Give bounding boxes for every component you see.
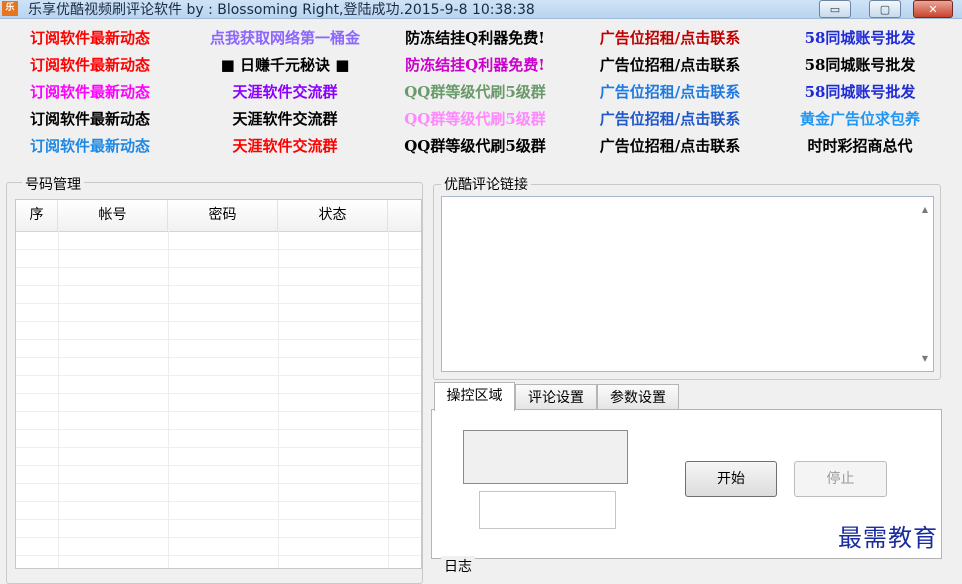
- table-row[interactable]: [16, 249, 421, 268]
- ad-link[interactable]: 广告位招租/点击联系: [575, 55, 765, 75]
- start-button[interactable]: 开始: [685, 461, 777, 497]
- column-divider: [168, 231, 169, 568]
- stop-button[interactable]: 停止: [794, 461, 887, 497]
- ad-link[interactable]: 订阅软件最新动态: [0, 109, 185, 129]
- scroll-down-icon[interactable]: ▼: [922, 354, 928, 363]
- table-row[interactable]: [16, 357, 421, 376]
- column-header-password[interactable]: 密码: [168, 200, 278, 231]
- column-divider: [58, 231, 59, 568]
- ad-link[interactable]: QQ群等级代刷5级群: [380, 136, 570, 156]
- table-row[interactable]: [16, 429, 421, 448]
- column-header-account[interactable]: 帐号: [58, 200, 168, 231]
- table-row[interactable]: [16, 519, 421, 538]
- table-row[interactable]: [16, 447, 421, 466]
- table-row[interactable]: [16, 321, 421, 340]
- minimize-button[interactable]: ▭: [819, 0, 851, 18]
- tab-comment-settings[interactable]: 评论设置: [515, 384, 597, 411]
- ad-link[interactable]: 防冻结挂Q利器免费!: [380, 28, 570, 48]
- column-header-status[interactable]: 状态: [278, 200, 388, 231]
- ad-link[interactable]: 广告位招租/点击联系: [575, 109, 765, 129]
- ad-link[interactable]: 订阅软件最新动态: [0, 136, 185, 156]
- ad-link[interactable]: QQ群等级代刷5级群: [380, 82, 570, 102]
- close-button[interactable]: ✕: [913, 0, 953, 18]
- scroll-up-icon[interactable]: ▲: [922, 205, 928, 214]
- ad-link[interactable]: 天涯软件交流群: [190, 136, 380, 156]
- comment-links-textarea[interactable]: ▲ ▼: [441, 196, 934, 372]
- maximize-icon: ▢: [879, 2, 891, 16]
- minimize-icon: ▭: [829, 2, 841, 16]
- tab-control-area[interactable]: 操控区域: [434, 382, 515, 411]
- table-row[interactable]: [16, 339, 421, 358]
- ad-link[interactable]: QQ群等级代刷5级群: [380, 109, 570, 129]
- ad-link[interactable]: ■ 日赚千元秘诀 ■: [190, 55, 380, 75]
- ad-link[interactable]: 订阅软件最新动态: [0, 28, 185, 48]
- ad-link[interactable]: 广告位招租/点击联系: [575, 82, 765, 102]
- ad-link[interactable]: 58同城账号批发: [765, 55, 955, 75]
- table-row[interactable]: [16, 393, 421, 412]
- ad-links-panel: 订阅软件最新动态 点我获取网络第一桶金 防冻结挂Q利器免费! 广告位招租/点击联系 58…: [0, 24, 962, 164]
- column-divider: [278, 231, 279, 568]
- watermark: 最需教育: [838, 524, 938, 552]
- account-group-label: 号码管理: [22, 174, 84, 194]
- ad-link[interactable]: 订阅软件最新动态: [0, 55, 185, 75]
- column-divider: [388, 231, 389, 568]
- title-bar: 乐 乐享优酷视频刷评论软件 by : Blossoming Right,登陆成功…: [0, 0, 962, 19]
- ad-link[interactable]: 天涯软件交流群: [190, 109, 380, 129]
- ad-link[interactable]: 点我获取网络第一桶金: [190, 28, 380, 48]
- column-header-index[interactable]: 序: [16, 200, 58, 231]
- table-row[interactable]: [16, 465, 421, 484]
- ad-link[interactable]: 广告位招租/点击联系: [575, 136, 765, 156]
- table-row[interactable]: [16, 285, 421, 304]
- ad-link[interactable]: 订阅软件最新动态: [0, 82, 185, 102]
- window-title: 乐享优酷视频刷评论软件 by : Blossoming Right,登陆成功.2…: [28, 2, 535, 18]
- maximize-button[interactable]: ▢: [869, 0, 901, 18]
- comment-links-group-label: 优酷评论链接: [441, 174, 531, 194]
- app-icon: 乐: [2, 1, 18, 16]
- ad-link[interactable]: 天涯软件交流群: [190, 82, 380, 102]
- tab-parameter-settings[interactable]: 参数设置: [597, 384, 679, 411]
- ad-link[interactable]: 58同城账号批发: [765, 82, 955, 102]
- table-row[interactable]: [16, 537, 421, 556]
- close-icon: ✕: [928, 2, 938, 16]
- log-group-label: 日志: [441, 556, 475, 576]
- table-row[interactable]: [16, 501, 421, 520]
- ad-link[interactable]: 58同城账号批发: [765, 28, 955, 48]
- ad-link[interactable]: 广告位招租/点击联系: [575, 28, 765, 48]
- ad-link[interactable]: 防冻结挂Q利器免费!: [380, 55, 570, 75]
- table-row[interactable]: [16, 483, 421, 502]
- table-row[interactable]: [16, 411, 421, 430]
- ad-link[interactable]: 时时彩招商总代: [765, 136, 955, 156]
- ad-link[interactable]: 黄金广告位求包养: [765, 109, 955, 129]
- status-display-box: [463, 430, 628, 484]
- table-row[interactable]: [16, 303, 421, 322]
- table-row[interactable]: [16, 267, 421, 286]
- table-row[interactable]: [16, 231, 421, 250]
- account-table-header: 序 帐号 密码 状态: [16, 200, 421, 232]
- code-input[interactable]: [479, 491, 616, 529]
- account-table[interactable]: 序 帐号 密码 状态: [15, 199, 422, 569]
- table-row[interactable]: [16, 375, 421, 394]
